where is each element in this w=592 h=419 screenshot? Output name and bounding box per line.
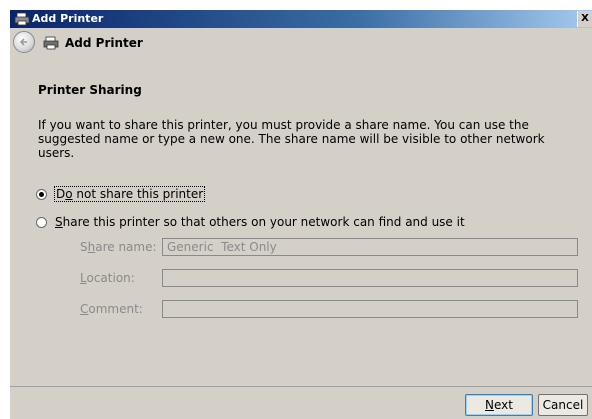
radio-share-printer[interactable]: Share this printer so that others on you…: [36, 214, 465, 230]
accelerator-key: S: [55, 215, 63, 229]
radio-do-not-share[interactable]: Do not share this printer: [36, 186, 206, 202]
label-text: hare this printer so that others on your…: [62, 215, 465, 229]
window-title: Add Printer: [32, 12, 104, 25]
radio-label: Share this printer so that others on you…: [55, 215, 465, 229]
printer-icon: [14, 12, 30, 26]
label-text: D: [56, 187, 66, 201]
title-bar: Add Printer X: [10, 10, 592, 28]
radio-button[interactable]: [36, 216, 47, 228]
radio-button[interactable]: [36, 188, 47, 200]
button-label: ext: [494, 398, 513, 412]
share-name-field[interactable]: [162, 238, 578, 256]
location-label: Location:: [80, 271, 135, 285]
cancel-button[interactable]: Cancel: [538, 394, 588, 416]
location-field[interactable]: [162, 269, 578, 287]
label-text: S: [80, 240, 88, 254]
printer-icon: [43, 36, 59, 53]
back-arrow-icon: [19, 38, 27, 46]
label-text: ocation:: [86, 271, 135, 285]
share-name-label: Share name:: [80, 240, 157, 254]
comment-label: Comment:: [80, 302, 143, 316]
close-button[interactable]: X: [577, 11, 592, 27]
wizard-content: Printer Sharing If you want to share thi…: [10, 58, 592, 386]
description-text: If you want to share this printer, you m…: [38, 118, 545, 160]
section-title: Printer Sharing: [38, 83, 142, 97]
label-text: omment:: [88, 302, 143, 316]
add-printer-window: Add Printer X Add Printer Printer Sharin…: [10, 10, 592, 419]
accelerator-key: N: [485, 398, 494, 412]
back-button[interactable]: [13, 31, 35, 53]
navigation-bar: Add Printer: [10, 28, 592, 58]
label-text: are name:: [95, 240, 157, 254]
wizard-footer: Next Cancel: [10, 386, 592, 419]
accelerator-key: o: [65, 187, 73, 201]
next-button[interactable]: Next: [465, 394, 533, 416]
wizard-title: Add Printer: [65, 36, 143, 50]
label-text: not share this printer: [72, 187, 204, 201]
comment-field[interactable]: [162, 300, 578, 318]
radio-label: Do not share this printer: [53, 186, 206, 202]
